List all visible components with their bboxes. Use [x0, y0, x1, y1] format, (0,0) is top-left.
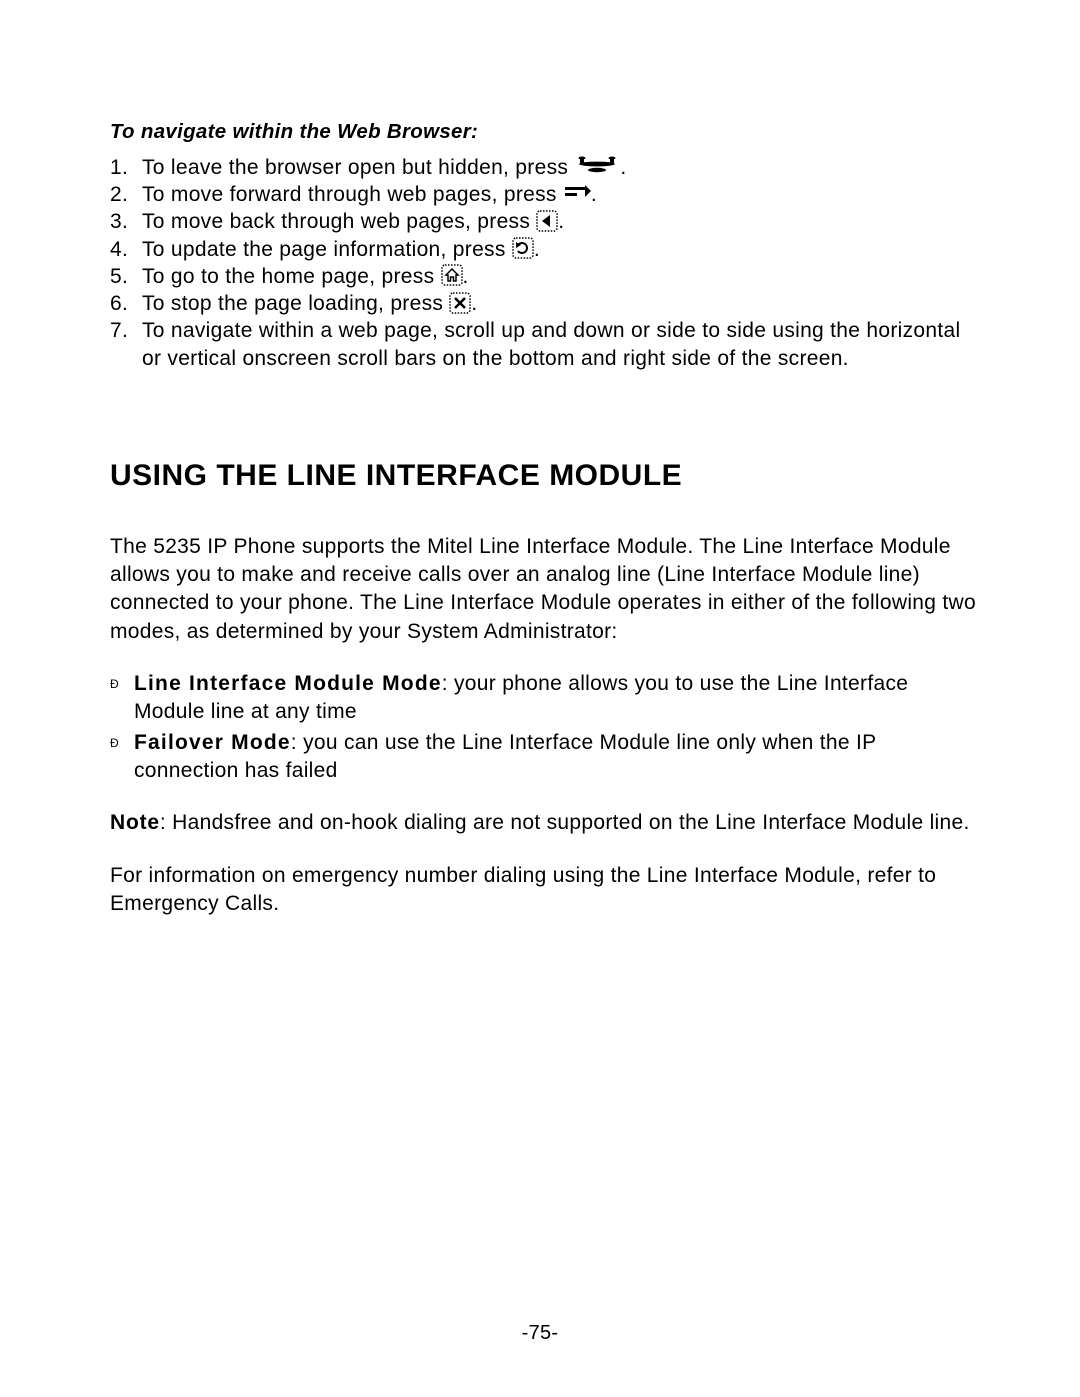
step-tail: . [558, 210, 564, 233]
note-label: Note [110, 811, 160, 834]
step-text: To move forward through web pages, press [142, 183, 557, 206]
step-text: To navigate within a web page, scroll up… [142, 319, 960, 369]
back-icon [536, 210, 558, 232]
step-number: 6. [110, 290, 128, 317]
step-text: To go to the home page, press [142, 265, 434, 288]
step-number: 5. [110, 263, 128, 290]
step-item: 3. To move back through web pages, press… [110, 208, 980, 235]
paragraph-emergency: For information on emergency number dial… [110, 862, 980, 919]
step-item: 1. To leave the browser open but hidden,… [110, 154, 980, 181]
refresh-icon [512, 237, 534, 259]
step-tail: . [620, 156, 626, 179]
paragraph-note: Note: Handsfree and on-hook dialing are … [110, 809, 980, 837]
mode-label: Line Interface Module Mode [134, 672, 442, 695]
stop-icon [449, 292, 471, 314]
step-item: 5. To go to the home page, press . [110, 263, 980, 290]
mode-item: Failover Mode: you can use the Line Inte… [110, 729, 980, 786]
step-item: 7. To navigate within a web page, scroll… [110, 317, 980, 372]
step-number: 7. [110, 317, 128, 344]
step-item: 4. To update the page information, press… [110, 236, 980, 263]
step-number: 2. [110, 181, 128, 208]
step-item: 6. To stop the page loading, press . [110, 290, 980, 317]
step-number: 3. [110, 208, 128, 235]
note-text: : Handsfree and on-hook dialing are not … [160, 811, 970, 834]
minimize-icon [574, 156, 620, 176]
step-number: 4. [110, 236, 128, 263]
step-tail: . [591, 183, 597, 206]
step-tail: . [534, 238, 540, 261]
step-item: 2. To move forward through web pages, pr… [110, 181, 980, 208]
step-text: To update the page information, press [142, 238, 506, 261]
step-number: 1. [110, 154, 128, 181]
mode-item: Line Interface Module Mode: your phone a… [110, 670, 980, 727]
page-number: -75- [0, 1320, 1080, 1347]
step-tail: . [471, 292, 477, 315]
step-text: To leave the browser open but hidden, pr… [142, 156, 568, 179]
step-text: To move back through web pages, press [142, 210, 530, 233]
mode-label: Failover Mode [134, 731, 291, 754]
steps-list: 1. To leave the browser open but hidden,… [110, 154, 980, 372]
section-title-line-interface-module: USING THE LINE INTERFACE MODULE [110, 456, 980, 497]
home-icon [441, 264, 463, 286]
forward-icon [563, 184, 591, 202]
paragraph-intro: The 5235 IP Phone supports the Mitel Lin… [110, 533, 980, 646]
document-page: To navigate within the Web Browser: 1. T… [0, 0, 1080, 1397]
mode-list: Line Interface Module Mode: your phone a… [110, 670, 980, 785]
step-text: To stop the page loading, press [142, 292, 443, 315]
subheading-navigate-web-browser: To navigate within the Web Browser: [110, 118, 980, 146]
step-tail: . [463, 265, 469, 288]
